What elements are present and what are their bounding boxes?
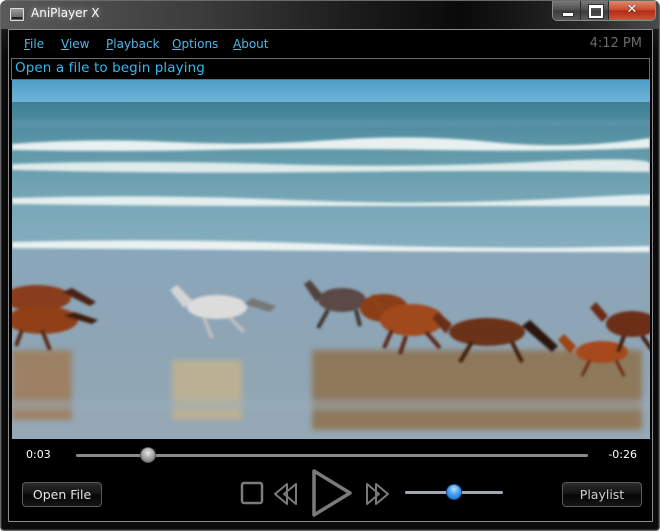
seek-thumb[interactable] [139, 447, 156, 463]
menu-about[interactable]: About [233, 37, 269, 51]
menu-options[interactable]: Options [172, 37, 218, 51]
volume-slider[interactable] [405, 484, 503, 500]
stop-icon [240, 481, 264, 505]
volume-thumb[interactable] [446, 484, 462, 500]
rewind-button[interactable] [273, 482, 299, 506]
video-frame [12, 80, 650, 439]
fast-forward-button[interactable] [364, 482, 390, 506]
clock: 4:12 PM [589, 36, 642, 51]
app-icon [10, 8, 24, 21]
close-icon: ✕ [626, 2, 638, 17]
rewind-icon [274, 483, 297, 505]
open-file-button[interactable]: Open File [22, 482, 102, 507]
title-bar[interactable]: AniPlayer X ✕ [1, 1, 659, 29]
client-area: File View Playback Options About 4:12 PM… [8, 29, 653, 522]
menu-playback[interactable]: Playback [106, 37, 160, 51]
video-display[interactable] [12, 80, 650, 439]
minimize-button[interactable] [553, 1, 581, 20]
status-bar: Open a file to begin playing [11, 58, 650, 80]
menu-file[interactable]: File [24, 37, 44, 51]
app-window: AniPlayer X ✕ File View Playback Options… [0, 0, 660, 531]
menu-about-accel: A [233, 37, 242, 51]
menu-bar: File View Playback Options About 4:12 PM [9, 30, 652, 58]
menu-playback-label: layback [113, 37, 160, 51]
playlist-button[interactable]: Playlist [562, 482, 642, 507]
menu-options-label: ptions [181, 37, 219, 51]
menu-view-accel: V [61, 37, 69, 51]
fast-forward-icon [366, 483, 389, 505]
menu-about-label: bout [241, 37, 269, 51]
play-icon [312, 469, 352, 517]
menu-file-label: ile [30, 37, 45, 51]
close-button[interactable]: ✕ [609, 1, 655, 20]
sky [12, 80, 650, 102]
remaining-time: -0:26 [608, 448, 637, 461]
elapsed-time: 0:03 [26, 448, 51, 461]
caption-buttons: ✕ [552, 1, 656, 21]
menu-view-label: iew [68, 37, 90, 51]
window-title: AniPlayer X [31, 6, 100, 20]
play-button[interactable] [310, 468, 354, 518]
seek-slider[interactable] [76, 447, 588, 463]
maximize-button[interactable] [581, 1, 609, 20]
menu-view[interactable]: View [61, 37, 89, 51]
stop-button[interactable] [240, 481, 264, 505]
status-message: Open a file to begin playing [15, 60, 205, 76]
